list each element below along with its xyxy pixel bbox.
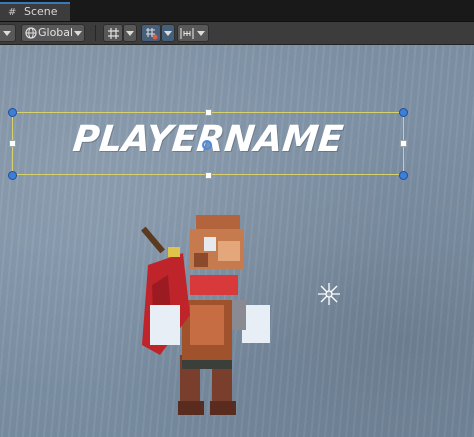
edge-handle-top[interactable] [205, 109, 212, 116]
pivot-rotation-label: Global [38, 26, 74, 39]
corner-handle-top-right[interactable] [399, 108, 408, 117]
grid-visibility-icon [146, 28, 158, 40]
increment-snap-icon [180, 28, 194, 39]
corner-handle-bottom-left[interactable] [8, 171, 17, 180]
chevron-down-icon [164, 31, 172, 36]
grid-snap-dropdown[interactable] [123, 24, 137, 42]
hash-icon: # [8, 7, 17, 18]
scene-toolbar: Global [0, 22, 474, 45]
edge-handle-bottom[interactable] [205, 172, 212, 179]
toolbar-separator [95, 25, 96, 41]
tab-scene[interactable]: # Scene [0, 2, 70, 21]
pivot-rotation-dropdown[interactable]: Global [21, 24, 85, 42]
grid-visibility-button[interactable] [141, 24, 161, 42]
chevron-down-icon [197, 31, 205, 36]
corner-handle-top-left[interactable] [8, 108, 17, 117]
edge-handle-left[interactable] [9, 140, 16, 147]
tool-dropdown-button[interactable] [0, 24, 16, 42]
tab-scene-label: Scene [24, 5, 58, 18]
effect-gizmo-icon[interactable] [316, 281, 342, 307]
globe-icon [25, 27, 37, 39]
grid-snap-icon [108, 28, 119, 39]
chevron-down-icon [126, 31, 134, 36]
tab-bar: # Scene [0, 0, 474, 22]
player-character-sprite[interactable] [128, 205, 278, 420]
grid-snap-button[interactable] [103, 24, 123, 42]
pivot-handle[interactable] [202, 140, 212, 150]
scene-viewport[interactable]: PLAYERNAME [0, 45, 474, 437]
increment-snap-button[interactable] [177, 24, 209, 42]
edge-handle-right[interactable] [400, 140, 407, 147]
corner-handle-bottom-right[interactable] [399, 171, 408, 180]
chevron-down-icon [74, 31, 82, 36]
chevron-down-icon [3, 31, 11, 36]
grid-visibility-dropdown[interactable] [161, 24, 175, 42]
